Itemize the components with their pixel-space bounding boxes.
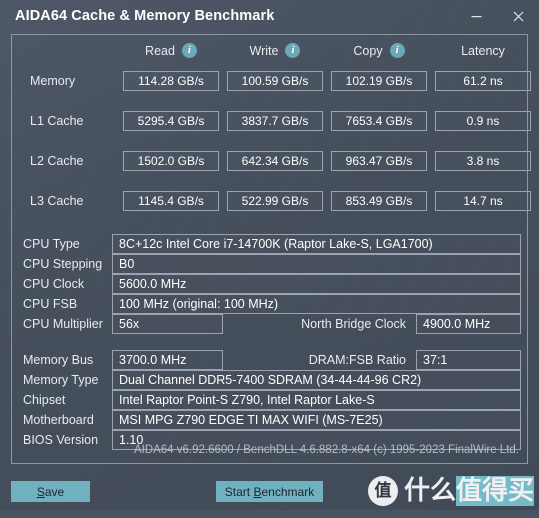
minimize-button[interactable]: [455, 0, 497, 32]
benchmark-table: Read i Write i Copy i Latency Memory 114…: [12, 35, 531, 221]
memory-write-value: 100.59 GB/s: [227, 71, 323, 91]
chipset-label: Chipset: [23, 393, 66, 407]
memory-type-row: Memory Type Dual Channel DDR5-7400 SDRAM…: [12, 370, 527, 390]
l2-write-value: 642.34 GB/s: [227, 151, 323, 171]
memory-bus-row: Memory Bus 3700.0 MHz DRAM:FSB Ratio 37:…: [12, 350, 527, 370]
l2-copy-value: 963.47 GB/s: [331, 151, 427, 171]
l1-read-value: 5295.4 GB/s: [123, 111, 219, 131]
chipset-row: Chipset Intel Raptor Point-S Z790, Intel…: [12, 390, 527, 410]
cpu-multiplier-value: 56x: [112, 314, 223, 334]
watermark-text-plain: 什么: [404, 476, 457, 506]
table-row: L2 Cache 1502.0 GB/s 642.34 GB/s 963.47 …: [12, 141, 531, 181]
close-button[interactable]: [497, 0, 539, 32]
north-bridge-clock-value: 4900.0 MHz: [416, 314, 521, 334]
save-button[interactable]: Save: [11, 481, 90, 502]
col-gap-2: [323, 40, 331, 61]
cpu-info-group: CPU Type 8C+12c Intel Core i7-14700K (Ra…: [12, 234, 527, 334]
column-header-read: Read i: [123, 40, 219, 61]
column-label-read: Read: [145, 43, 175, 58]
write-info-icon[interactable]: i: [285, 43, 301, 58]
row-label-l1-cache: L1 Cache: [30, 114, 84, 128]
watermark-text-highlight: 值得买: [456, 476, 535, 506]
l1-latency-value: 0.9 ns: [435, 111, 531, 131]
memory-type-label: Memory Type: [23, 373, 99, 387]
watermark-logo-icon: 值: [368, 476, 398, 506]
column-label-copy: Copy: [353, 43, 383, 58]
table-row: L3 Cache 1145.4 GB/s 522.99 GB/s 853.49 …: [12, 181, 531, 221]
motherboard-label: Motherboard: [23, 413, 94, 427]
l3-copy-value: 853.49 GB/s: [331, 191, 427, 211]
chipset-value: Intel Raptor Point-S Z790, Intel Raptor …: [112, 390, 521, 410]
save-button-label: Save: [36, 484, 65, 499]
l3-write-value: 522.99 GB/s: [227, 191, 323, 211]
column-header-latency: Latency: [435, 40, 531, 61]
status-bar: [0, 510, 539, 518]
memory-read-value: 114.28 GB/s: [123, 71, 219, 91]
aida64-benchmark-window: AIDA64 Cache & Memory Benchmark Read i W…: [0, 0, 539, 518]
table-row: Memory 114.28 GB/s 100.59 GB/s 102.19 GB…: [12, 61, 531, 101]
cpu-fsb-label: CPU FSB: [23, 297, 78, 311]
cpu-clock-label: CPU Clock: [23, 277, 85, 291]
start-benchmark-button[interactable]: Start Benchmark: [216, 481, 323, 502]
cpu-stepping-value: B0: [112, 254, 521, 274]
memory-info-group: Memory Bus 3700.0 MHz DRAM:FSB Ratio 37:…: [12, 350, 527, 450]
row-label-l2-cache: L2 Cache: [30, 154, 84, 168]
l2-read-value: 1502.0 GB/s: [123, 151, 219, 171]
close-icon: [513, 11, 523, 21]
cpu-clock-row: CPU Clock 5600.0 MHz: [12, 274, 527, 294]
col-gap-3: [427, 40, 435, 61]
read-info-icon[interactable]: i: [181, 43, 197, 58]
memory-bus-value: 3700.0 MHz: [112, 350, 223, 370]
column-label-write: Write: [249, 43, 279, 58]
start-benchmark-button-label: Start Benchmark: [224, 484, 315, 499]
dram-fsb-ratio-value: 37:1: [416, 350, 521, 370]
benchmark-table-header: Read i Write i Copy i Latency: [12, 35, 527, 61]
l1-write-value: 3837.7 GB/s: [227, 111, 323, 131]
l3-read-value: 1145.4 GB/s: [123, 191, 219, 211]
memory-bus-label: Memory Bus: [23, 353, 94, 367]
cpu-multiplier-label: CPU Multiplier: [23, 317, 103, 331]
memory-type-value: Dual Channel DDR5-7400 SDRAM (34-44-44-9…: [112, 370, 521, 390]
header-spacer: [12, 40, 123, 61]
window-controls: [455, 0, 539, 32]
watermark-text: 什么值得买: [404, 476, 535, 506]
col-gap-1: [219, 40, 227, 61]
memory-copy-value: 102.19 GB/s: [331, 71, 427, 91]
window-title: AIDA64 Cache & Memory Benchmark: [15, 8, 275, 24]
cpu-type-value: 8C+12c Intel Core i7-14700K (Raptor Lake…: [112, 234, 521, 254]
cpu-multiplier-row: CPU Multiplier 56x North Bridge Clock 49…: [12, 314, 527, 334]
l1-copy-value: 7653.4 GB/s: [331, 111, 427, 131]
l3-latency-value: 14.7 ns: [435, 191, 531, 211]
motherboard-row: Motherboard MSI MPG Z790 EDGE TI MAX WIF…: [12, 410, 527, 430]
cpu-fsb-value: 100 MHz (original: 100 MHz): [112, 294, 521, 314]
version-note: AIDA64 v6.92.6600 / BenchDLL 4.6.882.8-x…: [133, 444, 519, 456]
smzdm-watermark: 值 什么值得买: [368, 476, 535, 506]
cpu-fsb-row: CPU FSB 100 MHz (original: 100 MHz): [12, 294, 527, 314]
main-panel: Read i Write i Copy i Latency Memory 114…: [11, 34, 531, 464]
minimize-icon: [471, 15, 481, 17]
cpu-type-row: CPU Type 8C+12c Intel Core i7-14700K (Ra…: [12, 234, 527, 254]
cpu-clock-value: 5600.0 MHz: [112, 274, 521, 294]
dram-fsb-ratio-label: DRAM:FSB Ratio: [308, 353, 406, 367]
bios-version-label: BIOS Version: [23, 433, 99, 447]
table-row: L1 Cache 5295.4 GB/s 3837.7 GB/s 7653.4 …: [12, 101, 531, 141]
motherboard-value: MSI MPG Z790 EDGE TI MAX WIFI (MS-7E25): [112, 410, 521, 430]
cpu-type-label: CPU Type: [23, 237, 80, 251]
north-bridge-clock-label: North Bridge Clock: [301, 317, 406, 331]
column-label-latency: Latency: [461, 43, 505, 58]
row-label-memory: Memory: [30, 74, 76, 88]
column-header-copy: Copy i: [331, 40, 427, 61]
row-label-l3-cache: L3 Cache: [30, 194, 84, 208]
title-bar: AIDA64 Cache & Memory Benchmark: [0, 0, 539, 32]
copy-info-icon[interactable]: i: [389, 43, 405, 58]
l2-latency-value: 3.8 ns: [435, 151, 531, 171]
memory-latency-value: 61.2 ns: [435, 71, 531, 91]
column-header-write: Write i: [227, 40, 323, 61]
cpu-stepping-row: CPU Stepping B0: [12, 254, 527, 274]
cpu-stepping-label: CPU Stepping: [23, 257, 103, 271]
